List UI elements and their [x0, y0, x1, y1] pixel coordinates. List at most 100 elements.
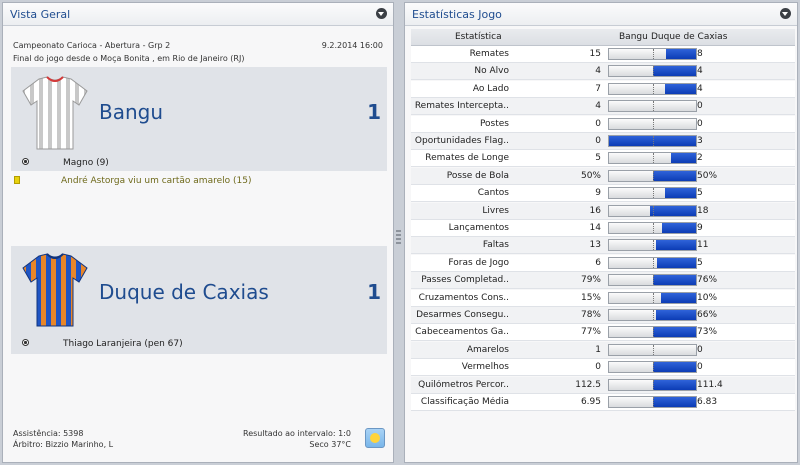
- stat-away-fill: [653, 275, 696, 286]
- stat-home-value: 9: [595, 188, 601, 199]
- stat-home-value: 4: [595, 101, 601, 112]
- stat-away-value: 0: [697, 118, 703, 129]
- stat-comparison-bar: [608, 309, 697, 321]
- stat-bar-midline: [652, 49, 654, 59]
- stat-bar-midline: [652, 101, 654, 112]
- stat-label: Cantos: [477, 188, 509, 199]
- stat-bar-midline: [652, 327, 654, 338]
- home-team-name[interactable]: Bangu: [99, 100, 163, 124]
- stat-away-fill: [664, 188, 696, 199]
- away-kit-icon: [22, 253, 88, 327]
- stat-home-value: 13: [589, 240, 601, 251]
- referee-label: Árbitro: Bizzio Marinho, L: [13, 440, 114, 449]
- col-home-header[interactable]: Bangu: [619, 32, 648, 42]
- stat-label: No Alvo: [474, 66, 509, 77]
- stat-label: Cruzamentos Cons..: [418, 292, 509, 303]
- stat-comparison-bar: [608, 274, 697, 287]
- stat-away-value: 11: [697, 240, 709, 251]
- stat-comparison-bar: [608, 239, 697, 252]
- stat-home-value: 78%: [580, 310, 601, 320]
- stat-row: Faltas 13 11: [411, 237, 795, 255]
- stat-bar-midline: [652, 153, 654, 164]
- venue-label: Final do jogo desde o Moça Bonita , em R…: [13, 54, 245, 63]
- stat-away-value: 0: [697, 344, 703, 355]
- stat-row: Cabeceamentos Ga.. 77% 73%: [411, 324, 795, 342]
- stat-away-value: 18: [697, 205, 709, 216]
- stat-away-fill: [649, 205, 696, 216]
- stat-home-value: 6: [595, 257, 601, 268]
- stat-home-value: 50%: [580, 170, 601, 181]
- stat-comparison-bar: [608, 326, 697, 339]
- stat-away-fill: [655, 240, 696, 251]
- stat-away-fill: [652, 362, 696, 373]
- yellow-card-icon: [14, 176, 20, 184]
- overview-header: Vista Geral: [3, 3, 393, 26]
- stat-row: Remates de Longe 5 2: [411, 150, 795, 168]
- stat-comparison-bar: [608, 65, 697, 78]
- home-score: 1: [367, 100, 381, 124]
- stats-header: Estatísticas Jogo: [405, 3, 797, 26]
- stat-bar-midline: [652, 362, 654, 373]
- stat-away-fill: [661, 292, 696, 303]
- stat-away-fill: [655, 310, 696, 320]
- match-stats-panel: Estatísticas Jogo Estatística Bangu Duqu…: [404, 2, 798, 463]
- stat-home-value: 7: [595, 83, 601, 94]
- stat-label: Ao Lado: [472, 83, 509, 94]
- stat-bar-midline: [652, 310, 654, 320]
- col-stat-header[interactable]: Estatística: [455, 32, 502, 42]
- stat-home-value: 16: [589, 205, 601, 216]
- stat-home-value: 15%: [580, 292, 601, 303]
- panel-splitter-handle[interactable]: [396, 230, 401, 246]
- stat-away-fill: [652, 397, 696, 407]
- stat-comparison-bar: [608, 82, 697, 95]
- stat-row: Oportunidades Flag.. 0 3: [411, 133, 795, 150]
- stat-bar-midline: [652, 205, 654, 216]
- overview-menu-icon[interactable]: [376, 8, 387, 19]
- stat-away-fill: [662, 223, 696, 233]
- stat-bar-midline: [652, 292, 654, 303]
- stat-bar-midline: [652, 223, 654, 233]
- stat-away-fill: [652, 170, 696, 181]
- stat-bar-midline: [652, 275, 654, 286]
- stat-label: Remates Intercepta..: [414, 101, 509, 112]
- stat-comparison-bar: [608, 48, 697, 60]
- halftime-label: Resultado ao intervalo: 1:0: [243, 429, 351, 438]
- stat-away-value: 73%: [697, 327, 718, 338]
- stat-away-value: 10%: [697, 292, 718, 303]
- stat-home-value: 6.95: [580, 397, 601, 407]
- home-team-box: Bangu 1 Magno (9): [11, 67, 387, 171]
- stat-comparison-bar: [608, 187, 697, 200]
- stat-row: Foras de Jogo 6 5: [411, 254, 795, 272]
- stat-comparison-bar: [608, 117, 697, 130]
- stat-label: Posse de Bola: [446, 170, 509, 181]
- stat-row: No Alvo 4 4: [411, 63, 795, 81]
- weather-label: Seco 37°C: [309, 440, 351, 449]
- stats-menu-icon[interactable]: [780, 8, 791, 19]
- stat-home-value: 0: [595, 118, 601, 129]
- stat-home-value: 0: [595, 136, 601, 146]
- stat-row: Amarelos 1 0: [411, 341, 795, 359]
- stat-row: Quilómetros Percor.. 112.5 111.4: [411, 376, 795, 394]
- stat-row: Postes 0 0: [411, 115, 795, 133]
- away-team-name[interactable]: Duque de Caxias: [99, 280, 269, 304]
- stat-away-value: 0: [697, 362, 703, 373]
- stat-row: Ao Lado 7 4: [411, 80, 795, 98]
- stat-away-value: 76%: [697, 275, 718, 286]
- sunny-weather-icon: [365, 428, 385, 448]
- stat-away-value: 6.83: [697, 397, 718, 407]
- col-away-header[interactable]: Duque de Caxias: [651, 32, 727, 42]
- stat-label: Livres: [482, 205, 509, 216]
- stat-comparison-bar: [608, 396, 697, 408]
- stat-comparison-bar: [608, 169, 697, 182]
- stat-row: Posse de Bola 50% 50%: [411, 167, 795, 185]
- stat-comparison-bar: [608, 361, 697, 374]
- stat-label: Faltas: [482, 240, 509, 251]
- stat-bar-midline: [652, 344, 654, 355]
- stat-label: Passes Completad..: [421, 275, 509, 286]
- stat-label: Oportunidades Flag..: [414, 136, 509, 146]
- stat-home-value: 4: [595, 66, 601, 77]
- stat-bar-midline: [652, 257, 654, 268]
- stat-comparison-bar: [608, 152, 697, 165]
- stat-away-fill: [652, 379, 696, 390]
- stat-away-value: 3: [697, 136, 703, 146]
